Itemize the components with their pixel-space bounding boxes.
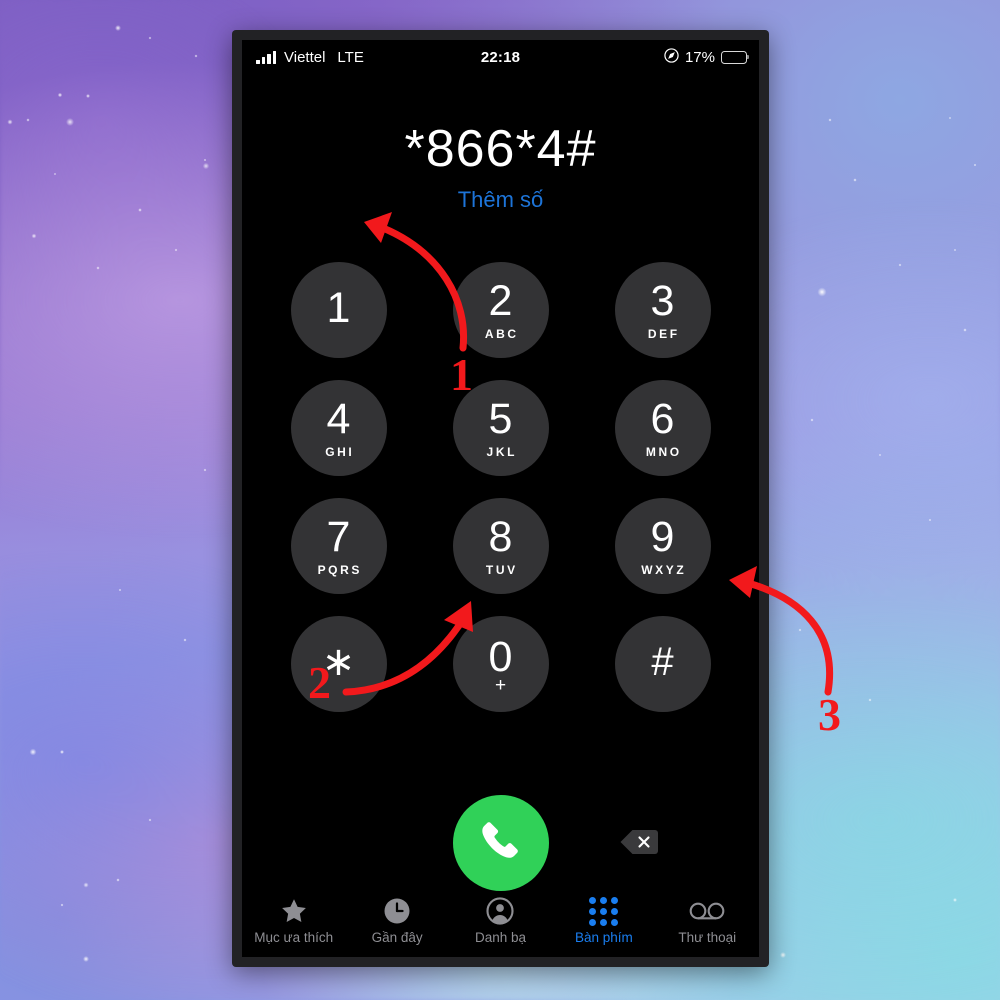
tab-label: Bàn phím (574, 930, 633, 945)
location-arrow-icon (664, 47, 679, 67)
key-digit: 4 (326, 394, 351, 443)
battery-percentage-label: 17% (684, 48, 715, 66)
key-letters: TUV (485, 562, 518, 577)
key-digit: 2 (488, 276, 513, 325)
key-0[interactable]: 0 + (452, 616, 549, 712)
key-star[interactable]: ∗ (290, 616, 387, 712)
key-digit: 8 (488, 512, 513, 561)
bottom-tab-bar: Mục ưa thích Gần đây Danh bạ Bàn phím Th… (242, 895, 759, 949)
key-5[interactable]: 5 JKL (452, 380, 549, 476)
key-digit: 7 (326, 512, 351, 561)
clock-icon (382, 895, 412, 927)
tab-favorites[interactable]: Mục ưa thích (242, 895, 345, 945)
battery-icon (721, 50, 750, 64)
status-bar: Viettel LTE 22:18 17% (242, 40, 759, 74)
star-icon (279, 895, 309, 927)
keypad-row: 1 2 ABC 3 DEF (290, 262, 711, 358)
key-digit: 5 (488, 394, 513, 443)
dialed-number[interactable]: *866*4# (242, 122, 759, 177)
call-button[interactable] (452, 795, 549, 891)
add-number-link[interactable]: Thêm số (242, 187, 759, 213)
tab-voicemail[interactable]: Thư thoại (656, 895, 759, 945)
status-bar-right: 17% (664, 47, 750, 67)
key-3[interactable]: 3 DEF (614, 262, 711, 358)
key-digit: 0 (488, 632, 513, 681)
key-4[interactable]: 4 GHI (290, 380, 387, 476)
key-hash[interactable]: # (614, 616, 711, 712)
screenshot-canvas: Viettel LTE 22:18 17% *866*4# Thêm số 1 … (0, 0, 1000, 1000)
dial-keypad: 1 2 ABC 3 DEF 4 GHI 5 JKL 6 MNO 7 PQRS 8… (290, 262, 711, 734)
key-digit: ∗ (321, 640, 356, 684)
key-digit: 3 (650, 276, 675, 325)
key-letters: ABC (484, 326, 519, 341)
key-letters: WXYZ (641, 562, 687, 577)
number-display-area: *866*4# Thêm số (242, 122, 759, 213)
key-6[interactable]: 6 MNO (614, 380, 711, 476)
contact-icon (485, 895, 515, 927)
keypad-row: 4 GHI 5 JKL 6 MNO (290, 380, 711, 476)
key-digit: # (651, 640, 674, 684)
key-2[interactable]: 2 ABC (452, 262, 549, 358)
phone-handset-icon (478, 818, 524, 869)
tab-label: Gần đây (371, 930, 423, 945)
key-letters: MNO (645, 444, 682, 459)
key-9[interactable]: 9 WXYZ (614, 498, 711, 594)
tab-keypad[interactable]: Bàn phím (552, 895, 655, 945)
voicemail-icon (688, 895, 726, 927)
call-action-row (242, 795, 759, 895)
tab-label: Thư thoại (678, 930, 737, 945)
key-8[interactable]: 8 TUV (452, 498, 549, 594)
key-letters: PQRS (317, 562, 362, 577)
tab-recents[interactable]: Gần đây (345, 895, 448, 945)
key-digit: 6 (650, 394, 675, 443)
delete-backspace-button[interactable] (619, 828, 659, 861)
key-letters: JKL (486, 444, 518, 459)
tab-contacts[interactable]: Danh bạ (449, 895, 552, 945)
key-1[interactable]: 1 (290, 262, 387, 358)
key-7[interactable]: 7 PQRS (290, 498, 387, 594)
keypad-row: 7 PQRS 8 TUV 9 WXYZ (290, 498, 711, 594)
tab-label: Danh bạ (474, 930, 526, 945)
key-digit: 1 (326, 283, 351, 332)
tab-label: Mục ưa thích (254, 930, 334, 945)
phone-screen: Viettel LTE 22:18 17% *866*4# Thêm số 1 … (242, 40, 759, 957)
key-letters: DEF (647, 326, 680, 341)
keypad-icon (589, 895, 619, 927)
phone-device-frame: Viettel LTE 22:18 17% *866*4# Thêm số 1 … (232, 30, 769, 967)
backspace-delete-icon (619, 828, 659, 861)
key-letters: + (494, 674, 507, 696)
key-letters: GHI (325, 444, 355, 459)
key-digit: 9 (650, 512, 675, 561)
keypad-row: ∗ 0 + # (290, 616, 711, 712)
